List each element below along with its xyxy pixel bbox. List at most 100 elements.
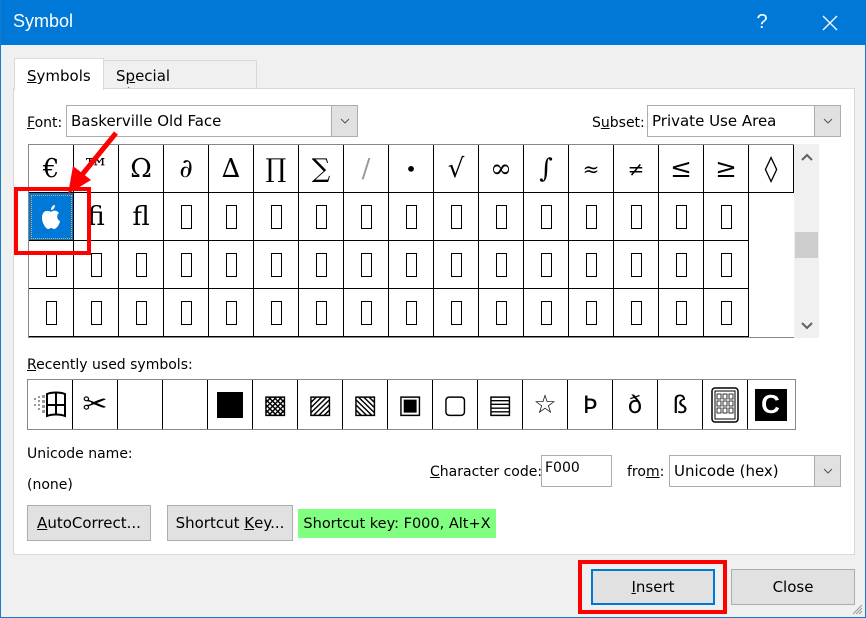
symbol-cell[interactable] [479, 241, 524, 289]
symbol-cell[interactable] [299, 193, 344, 241]
symbol-cell[interactable] [254, 289, 299, 337]
symbol-cell[interactable] [704, 241, 749, 289]
symbol-cell[interactable] [434, 289, 479, 337]
chevron-down-icon[interactable] [814, 106, 840, 136]
symbol-cell[interactable] [659, 193, 704, 241]
recent-symbol[interactable] [28, 380, 73, 429]
help-button[interactable]: ? [739, 0, 785, 45]
recent-symbol[interactable]: ß [658, 380, 703, 429]
symbol-cell[interactable] [569, 241, 614, 289]
symbol-cell[interactable] [434, 193, 479, 241]
recent-symbol[interactable]: ▧ [343, 380, 388, 429]
symbol-cell[interactable] [209, 289, 254, 337]
recent-symbol[interactable]: C [748, 380, 793, 429]
symbol-cell[interactable]: Ω [119, 145, 164, 193]
tab-symbols[interactable]: Symbols [14, 58, 104, 90]
from-dropdown[interactable]: Unicode (hex) [669, 455, 841, 487]
symbol-cell[interactable]: ™ [74, 145, 119, 193]
symbol-cell[interactable]: ∕ [344, 145, 389, 193]
symbol-cell-selected[interactable] [29, 193, 74, 241]
symbol-cell[interactable] [479, 289, 524, 337]
autocorrect-button[interactable]: AutoCorrect... [27, 505, 151, 541]
symbol-cell[interactable] [569, 289, 614, 337]
scroll-up-icon[interactable] [794, 144, 819, 169]
symbol-cell[interactable] [344, 241, 389, 289]
symbol-cell[interactable]: ≈ [569, 145, 614, 193]
chevron-down-icon[interactable] [331, 106, 357, 136]
symbol-cell[interactable] [614, 193, 659, 241]
symbol-cell[interactable] [209, 193, 254, 241]
symbol-cell[interactable] [704, 193, 749, 241]
symbol-cell[interactable] [209, 241, 254, 289]
insert-button[interactable]: Insert [591, 569, 715, 605]
symbol-cell[interactable] [569, 193, 614, 241]
symbol-cell[interactable] [434, 241, 479, 289]
recent-symbol[interactable]: ▤ [478, 380, 523, 429]
character-code-input[interactable]: F000 [541, 455, 612, 487]
recent-symbol[interactable]: ☆ [523, 380, 568, 429]
symbol-cell[interactable] [659, 289, 704, 337]
tab-special-characters[interactable]: Special Characters [103, 60, 257, 103]
symbol-cell[interactable] [164, 193, 209, 241]
recent-symbol[interactable]: ▣ [388, 380, 433, 429]
recent-symbol[interactable]: ✂ [73, 380, 118, 429]
scroll-down-icon[interactable] [794, 313, 819, 338]
chevron-down-icon[interactable] [814, 456, 840, 486]
symbol-cell[interactable] [74, 289, 119, 337]
symbol-cell[interactable]: ≤ [659, 145, 704, 193]
symbol-cell[interactable]: ∂ [164, 145, 209, 193]
recent-symbol[interactable]: ▢ [433, 380, 478, 429]
symbol-cell[interactable]: ≥ [704, 145, 749, 193]
symbol-cell[interactable] [344, 193, 389, 241]
symbol-cell[interactable] [524, 193, 569, 241]
symbol-cell[interactable] [389, 289, 434, 337]
symbol-grid-scrollbar[interactable] [794, 144, 819, 338]
symbol-cell[interactable]: ≠ [614, 145, 659, 193]
symbol-cell[interactable] [299, 289, 344, 337]
subset-dropdown[interactable]: Private Use Area [647, 105, 841, 137]
font-dropdown[interactable]: Baskerville Old Face [66, 105, 358, 137]
symbol-cell[interactable] [344, 289, 389, 337]
recent-symbol[interactable] [118, 380, 163, 429]
close-button[interactable]: Close [731, 569, 855, 605]
symbol-cell[interactable] [299, 241, 344, 289]
recent-symbol[interactable]: ▨ [298, 380, 343, 429]
symbol-cell[interactable]: ∞ [479, 145, 524, 193]
symbol-cell[interactable]: ∑ [299, 145, 344, 193]
symbol-cell[interactable] [254, 241, 299, 289]
symbol-cell[interactable] [119, 289, 164, 337]
symbol-cell[interactable]: € [29, 145, 74, 193]
shortcut-key-button[interactable]: Shortcut Key... [167, 505, 293, 541]
symbol-cell[interactable] [74, 241, 119, 289]
symbol-cell[interactable] [29, 289, 74, 337]
symbol-cell[interactable] [614, 241, 659, 289]
symbol-cell[interactable] [389, 193, 434, 241]
symbol-cell[interactable] [614, 289, 659, 337]
resize-grip-icon[interactable] [853, 605, 863, 615]
symbol-cell[interactable] [119, 241, 164, 289]
recent-symbol[interactable] [208, 380, 253, 429]
symbol-cell[interactable]: ∏ [254, 145, 299, 193]
symbol-cell[interactable] [659, 241, 704, 289]
symbol-cell[interactable]: ﬁ [74, 193, 119, 241]
close-window-button[interactable] [807, 0, 853, 45]
recent-symbol[interactable] [703, 380, 748, 429]
symbol-cell[interactable] [524, 289, 569, 337]
symbol-cell[interactable]: √ [434, 145, 479, 193]
symbol-cell[interactable] [479, 193, 524, 241]
symbol-cell[interactable] [29, 241, 74, 289]
symbol-cell[interactable]: ﬂ [119, 193, 164, 241]
symbol-cell[interactable]: ◊ [749, 145, 794, 193]
symbol-cell[interactable]: ∆ [209, 145, 254, 193]
recent-symbol[interactable]: Þ [568, 380, 613, 429]
recent-symbol[interactable]: ▩ [253, 380, 298, 429]
symbol-cell[interactable]: ∫ [524, 145, 569, 193]
recent-symbol[interactable]: ð [613, 380, 658, 429]
scroll-thumb[interactable] [795, 232, 818, 258]
symbol-cell[interactable] [164, 289, 209, 337]
symbol-cell[interactable] [389, 241, 434, 289]
symbol-cell[interactable] [704, 289, 749, 337]
symbol-cell[interactable] [524, 241, 569, 289]
symbol-cell[interactable] [254, 193, 299, 241]
symbol-cell[interactable] [164, 241, 209, 289]
